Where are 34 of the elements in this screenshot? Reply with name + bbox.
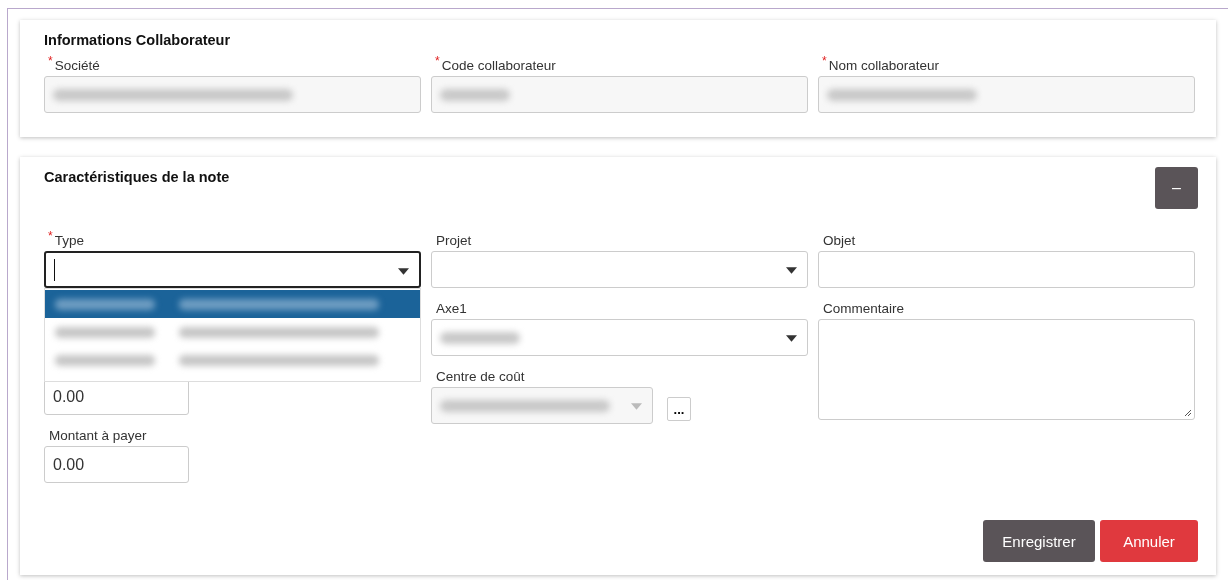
more-button[interactable]: ... <box>667 396 691 421</box>
caret-icon <box>786 335 797 342</box>
caret-icon <box>398 268 409 275</box>
input-field[interactable] <box>44 76 421 113</box>
input-field[interactable] <box>818 76 1195 113</box>
amount-field[interactable]: 0.00 <box>44 446 189 483</box>
field-label: Objet <box>822 232 856 250</box>
caret-icon <box>631 403 642 410</box>
required-mark: * <box>435 56 440 66</box>
field-label: Axe1 <box>435 300 467 318</box>
field-label: Nom collaborateur <box>827 57 939 75</box>
field-label: Type <box>53 232 84 250</box>
section-title: Informations Collaborateur <box>44 32 232 48</box>
field-label: Centre de coût <box>435 368 525 386</box>
resize-grip-icon <box>1182 407 1192 417</box>
project-dropdown[interactable] <box>431 251 808 288</box>
cancel-button[interactable]: Annuler <box>1100 520 1198 562</box>
field-label: Code collaborateur <box>440 57 556 75</box>
field-label: Montant à payer <box>48 427 147 445</box>
collapse-button[interactable]: – <box>1155 167 1198 209</box>
required-mark: * <box>48 231 53 241</box>
field-label: Projet <box>435 232 472 250</box>
required-mark: * <box>822 56 827 66</box>
input-field[interactable] <box>431 76 808 113</box>
section-title: Caractéristiques de la note <box>44 169 230 185</box>
input-field[interactable] <box>818 251 1195 288</box>
field-label: Commentaire <box>822 300 905 318</box>
type-dropdown[interactable] <box>44 251 421 288</box>
save-button[interactable]: Enregistrer <box>983 520 1095 562</box>
caret-icon <box>786 267 797 274</box>
comment-textarea[interactable] <box>818 319 1195 420</box>
field-label: Société <box>53 57 100 75</box>
required-mark: * <box>48 56 53 66</box>
axis-dropdown[interactable] <box>431 319 808 356</box>
